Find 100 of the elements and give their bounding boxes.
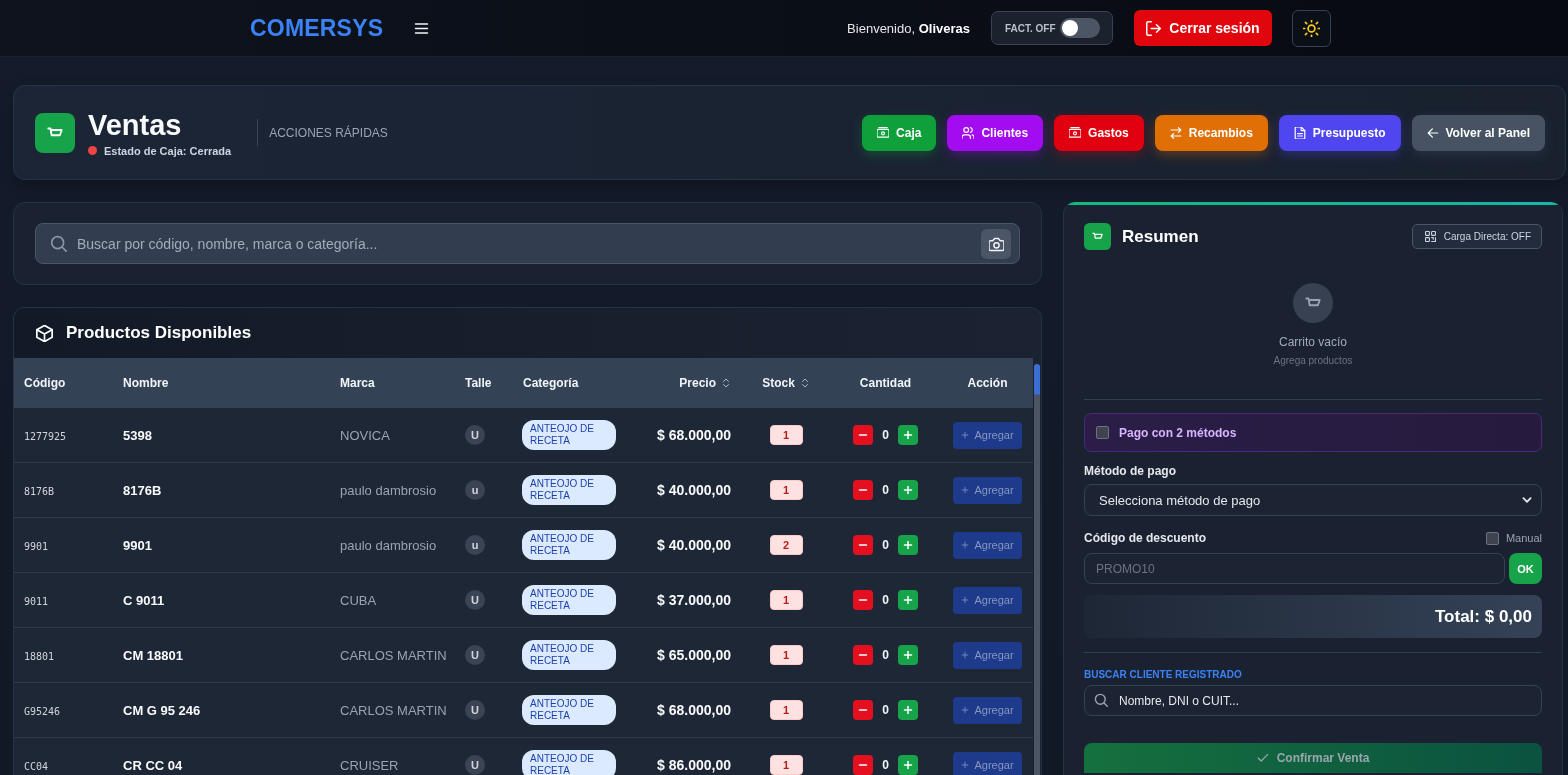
users-icon — [962, 126, 975, 139]
increment-button[interactable] — [897, 425, 918, 445]
price: $ 68.000,00 — [657, 702, 731, 718]
checkbox[interactable] — [1485, 531, 1499, 545]
quantity-value: 0 — [882, 703, 889, 717]
product-code: CC04 — [24, 761, 49, 772]
brand-name: CARLOS MARTIN — [340, 703, 447, 718]
decrement-button[interactable] — [853, 755, 874, 775]
column-header: Acción — [967, 376, 1008, 390]
increment-button[interactable] — [897, 480, 918, 500]
increment-button[interactable] — [897, 535, 918, 555]
product-search-field[interactable]: Buscar por código, nombre, marca o categoría... — [35, 223, 1020, 264]
camera-icon — [988, 236, 1004, 252]
plus-icon — [961, 761, 970, 769]
banknote-icon — [877, 126, 890, 139]
welcome-text: Bienvenido, Oliveras — [847, 20, 970, 36]
toggle-switch[interactable] — [1060, 18, 1100, 38]
quote-button[interactable]: Presupuesto — [1278, 114, 1401, 151]
price: $ 40.000,00 — [657, 482, 731, 498]
stock-badge: 1 — [769, 425, 803, 445]
total-amount: Total: $ 0,00 — [1084, 595, 1542, 638]
field-label: BUSCAR CLIENTE REGISTRADO — [1084, 669, 1242, 680]
expenses-button[interactable]: Gastos — [1054, 114, 1144, 151]
product-name: CM G 95 246 — [123, 703, 201, 718]
stock-badge: 1 — [769, 480, 803, 500]
brand-name: CARLOS MARTIN — [340, 648, 447, 663]
column-header: Nombre — [123, 376, 169, 390]
column-header: Talle — [465, 376, 492, 390]
product-name: 5398 — [123, 428, 152, 443]
column-header[interactable]: Stock — [762, 376, 810, 390]
plus-icon — [902, 485, 913, 495]
clients-button[interactable]: Clientes — [947, 114, 1044, 151]
back-to-panel-button[interactable]: Volver al Panel — [1411, 114, 1545, 151]
decrement-button[interactable] — [853, 535, 874, 555]
product-name: 8176B — [123, 483, 162, 498]
product-code: 9901 — [24, 541, 49, 552]
cash-status-text: Estado de Caja: Cerrada — [104, 144, 232, 157]
size-badge: U — [465, 755, 485, 775]
discount-code-field[interactable]: PROMO10 — [1084, 553, 1505, 584]
scrollbar[interactable] — [1034, 364, 1040, 775]
increment-button[interactable] — [897, 700, 918, 720]
increment-button[interactable] — [897, 645, 918, 665]
apply-button[interactable]: OK — [1509, 553, 1542, 584]
size-badge: u — [465, 480, 485, 500]
price: $ 68.000,00 — [657, 427, 731, 443]
plus-icon — [902, 760, 913, 770]
section-label: ACCIONES RÁPIDAS — [269, 125, 388, 140]
section-title: Productos Disponibles — [66, 323, 252, 343]
direct-load-button[interactable]: Carga Directa: OFF — [1411, 224, 1542, 249]
stock-badge: 1 — [769, 645, 803, 665]
plus-icon — [902, 650, 913, 660]
category-tag: ANTEOJO DE RECETA — [522, 420, 616, 450]
checkbox-label: Pago con 2 métodos — [1119, 425, 1237, 440]
plus-icon — [902, 430, 913, 440]
camera-button[interactable] — [981, 229, 1011, 259]
stock-badge: 1 — [769, 755, 803, 775]
category-tag: ANTEOJO DE RECETA — [522, 530, 616, 560]
increment-button[interactable] — [897, 590, 918, 610]
plus-icon — [961, 541, 970, 549]
banknote-icon — [1069, 126, 1082, 139]
decrement-button[interactable] — [853, 700, 874, 720]
price: $ 40.000,00 — [657, 537, 731, 553]
column-header: Código — [24, 376, 66, 390]
search-icon — [50, 235, 67, 252]
column-header: Marca — [340, 376, 375, 390]
decrement-button[interactable] — [853, 480, 874, 500]
document-icon — [1293, 126, 1306, 139]
payment-method-select[interactable]: Selecciona método de pago — [1084, 484, 1542, 516]
plus-icon — [902, 595, 913, 605]
plus-icon — [961, 706, 970, 714]
product-code: 18801 — [24, 651, 55, 662]
size-badge: U — [465, 645, 485, 665]
quantity-value: 0 — [882, 483, 889, 497]
decrement-button[interactable] — [853, 590, 874, 610]
chevron-down-icon — [1521, 494, 1533, 506]
cash-register-button[interactable]: Caja — [862, 114, 937, 151]
swap-arrows-icon — [1169, 126, 1182, 139]
decrement-button[interactable] — [853, 425, 874, 445]
checkbox[interactable] — [1096, 426, 1109, 439]
client-search-field[interactable]: Nombre, DNI o CUIT... — [1084, 685, 1542, 716]
checkbox-label: Manual — [1505, 532, 1542, 544]
product-name: C 9011 — [123, 593, 165, 608]
search-icon — [1094, 693, 1108, 707]
column-header[interactable]: Precio — [679, 376, 731, 390]
logout-button[interactable]: Cerrar sesión — [1134, 10, 1272, 46]
field-label: Método de pago — [1084, 464, 1176, 478]
column-header: Cantidad — [859, 376, 912, 390]
plus-icon — [961, 486, 970, 494]
product-code: 8176B — [24, 486, 55, 497]
increment-button[interactable] — [897, 755, 918, 775]
theme-toggle-button[interactable] — [1292, 9, 1331, 47]
logout-icon — [1146, 20, 1162, 36]
price: $ 86.000,00 — [657, 757, 731, 773]
product-code: G95246 — [24, 706, 61, 717]
exchanges-button[interactable]: Recambios — [1154, 114, 1268, 151]
decrement-button[interactable] — [853, 645, 874, 665]
product-code: 1277925 — [24, 431, 67, 442]
menu-icon[interactable] — [413, 20, 431, 36]
sort-icon — [799, 378, 810, 388]
invoice-toggle[interactable]: FACT. OFF — [991, 11, 1113, 45]
